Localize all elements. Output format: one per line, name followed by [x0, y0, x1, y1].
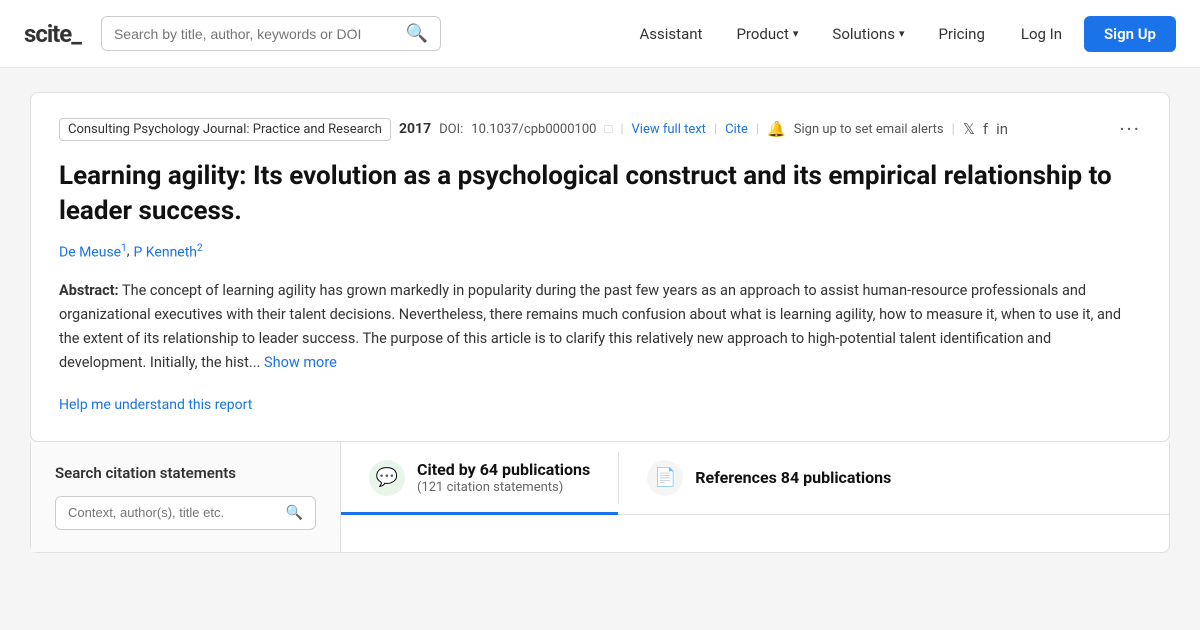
- product-chevron-icon: ▾: [793, 27, 799, 40]
- search-icon[interactable]: 🔍: [406, 23, 428, 44]
- nav-assistant[interactable]: Assistant: [626, 17, 717, 51]
- abstract-text: The concept of learning agility has grow…: [59, 282, 1121, 371]
- meta-pipe-3: |: [756, 122, 759, 137]
- meta-divider-1: □: [604, 121, 612, 137]
- view-full-text-link[interactable]: View full text: [632, 122, 706, 137]
- authors: De Meuse1 , P Kenneth2: [59, 243, 1141, 261]
- doi-value: 10.1037/cpb0000100: [471, 122, 596, 137]
- nav-links: Assistant Product ▾ Solutions ▾ Pricing …: [626, 16, 1176, 52]
- author-2-link[interactable]: P Kenneth2: [134, 243, 203, 261]
- search-box[interactable]: 🔍: [101, 16, 441, 51]
- nav-product[interactable]: Product ▾: [722, 17, 812, 51]
- references-icon: 📄: [647, 460, 683, 496]
- social-icons: 𝕏 f in: [963, 120, 1008, 138]
- login-button[interactable]: Log In: [1005, 17, 1078, 51]
- main-content: Consulting Psychology Journal: Practice …: [10, 68, 1190, 553]
- nav-solutions[interactable]: Solutions ▾: [818, 17, 918, 51]
- citation-context-input[interactable]: [68, 505, 278, 520]
- tab-cited-by[interactable]: 💬 Cited by 64 publications (121 citation…: [341, 442, 618, 515]
- meta-pipe-4: |: [952, 122, 955, 137]
- twitter-icon[interactable]: 𝕏: [963, 120, 975, 138]
- alert-text: Sign up to set email alerts: [794, 122, 944, 137]
- doi-label: DOI:: [439, 122, 463, 137]
- citation-search-input-box[interactable]: 🔍: [55, 496, 316, 530]
- references-label: References 84 publications: [695, 468, 891, 487]
- show-more-link[interactable]: Show more: [264, 354, 337, 371]
- bottom-section: Search citation statements 🔍 💬 Cited by …: [30, 442, 1170, 553]
- cited-by-label-group: Cited by 64 publications (121 citation s…: [417, 460, 590, 494]
- logo[interactable]: scite_: [24, 20, 81, 48]
- paper-card: Consulting Psychology Journal: Practice …: [30, 92, 1170, 442]
- meta-pipe-2: |: [714, 122, 717, 137]
- search-input[interactable]: [114, 26, 398, 42]
- citation-search-panel: Search citation statements 🔍: [31, 442, 341, 552]
- references-label-group: References 84 publications: [695, 468, 891, 487]
- help-link[interactable]: Help me understand this report: [59, 397, 252, 413]
- signup-button[interactable]: Sign Up: [1084, 16, 1176, 52]
- logo-text: scite_: [24, 20, 81, 48]
- linkedin-icon[interactable]: in: [996, 120, 1008, 138]
- paper-meta-bar: Consulting Psychology Journal: Practice …: [59, 117, 1141, 141]
- solutions-chevron-icon: ▾: [899, 27, 905, 40]
- journal-name: Consulting Psychology Journal: Practice …: [59, 118, 391, 141]
- bell-icon: 🔔: [767, 120, 786, 138]
- author-1-link[interactable]: De Meuse1: [59, 243, 127, 261]
- author-separator: ,: [127, 243, 130, 261]
- tabs-panel: 💬 Cited by 64 publications (121 citation…: [341, 442, 1169, 552]
- abstract-label: Abstract:: [59, 282, 119, 299]
- citation-search-title: Search citation statements: [55, 464, 316, 482]
- publication-year: 2017: [399, 121, 431, 137]
- cite-link[interactable]: Cite: [725, 122, 748, 137]
- cited-by-icon: 💬: [369, 460, 405, 496]
- abstract-section: Abstract: The concept of learning agilit…: [59, 279, 1141, 375]
- cited-by-label: Cited by 64 publications: [417, 460, 590, 479]
- meta-pipe-1: |: [620, 122, 623, 137]
- paper-title: Learning agility: Its evolution as a psy…: [59, 159, 1141, 229]
- citation-search-icon: 🔍: [286, 505, 303, 521]
- tab-references[interactable]: 📄 References 84 publications: [619, 442, 919, 515]
- facebook-icon[interactable]: f: [983, 120, 988, 138]
- navbar: scite_ 🔍 Assistant Product ▾ Solutions ▾…: [0, 0, 1200, 68]
- tabs-row: 💬 Cited by 64 publications (121 citation…: [341, 442, 1169, 515]
- more-options-icon[interactable]: ···: [1119, 117, 1141, 141]
- nav-pricing[interactable]: Pricing: [924, 17, 998, 51]
- cited-by-sub: (121 citation statements): [417, 480, 590, 495]
